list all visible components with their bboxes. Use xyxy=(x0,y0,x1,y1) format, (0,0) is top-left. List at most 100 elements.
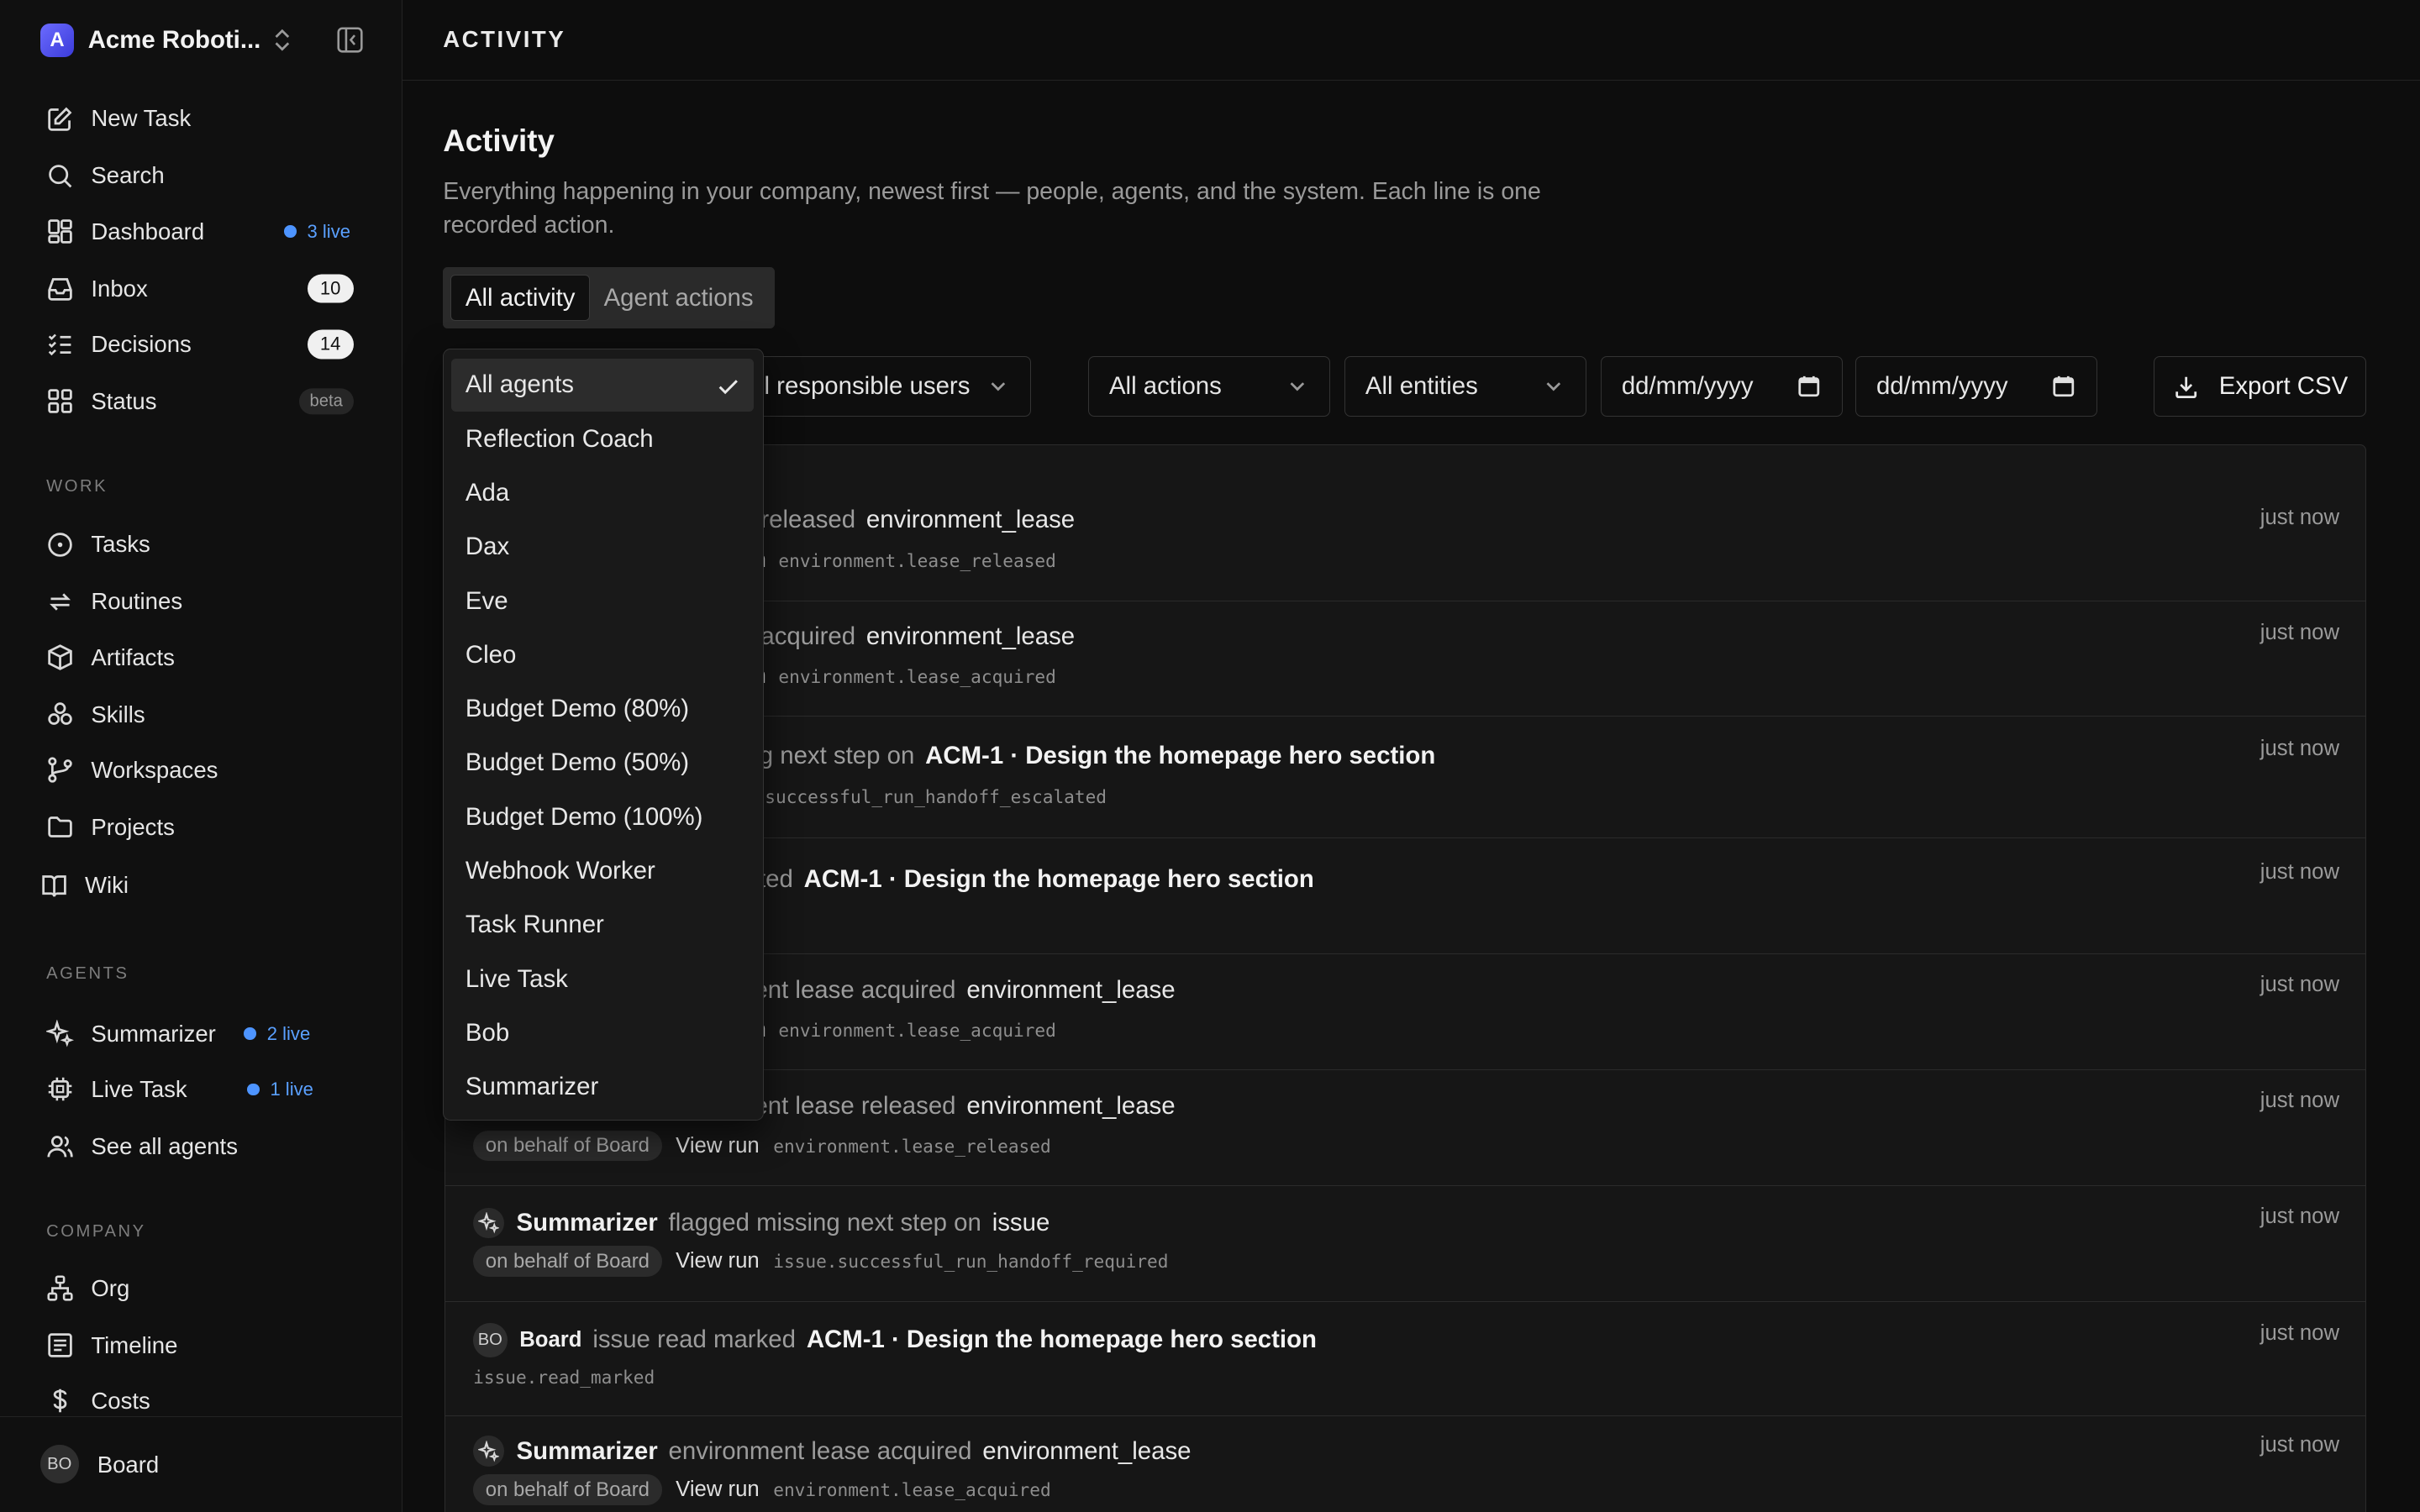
entities-select[interactable]: All entities xyxy=(1344,356,1587,417)
dropdown-option[interactable]: Ada xyxy=(451,467,754,519)
nav-search[interactable]: Search xyxy=(46,155,363,197)
nav-agent-live-task[interactable]: Live Task 1 live xyxy=(46,1068,363,1110)
dropdown-option[interactable]: Webhook Worker xyxy=(451,845,754,897)
skills-icon xyxy=(48,702,72,725)
timestamp: just now xyxy=(2260,1204,2340,1228)
timestamp: just now xyxy=(2260,973,2340,997)
timestamp: just now xyxy=(2260,621,2340,645)
dollar-icon xyxy=(53,1389,67,1413)
package-icon xyxy=(48,644,72,670)
search-icon xyxy=(49,165,72,188)
view-run-link[interactable]: View run xyxy=(676,1478,760,1502)
inbox-icon xyxy=(48,278,72,301)
user-name: Board xyxy=(97,1451,160,1478)
company-name: Acme Roboti... xyxy=(87,25,261,54)
chevron-down-icon xyxy=(1290,382,1305,391)
avatar: BO xyxy=(473,1323,508,1357)
folder-icon xyxy=(48,816,72,838)
check-icon xyxy=(718,379,739,394)
live-badge: 2 live xyxy=(244,1023,310,1045)
nav-projects[interactable]: Projects xyxy=(46,806,363,848)
nav-dashboard[interactable]: Dashboard 3 live xyxy=(46,210,363,253)
chevron-updown-icon[interactable] xyxy=(271,28,293,52)
dropdown-option-all-agents[interactable]: All agents xyxy=(451,359,755,412)
cpu-icon xyxy=(48,1078,72,1101)
grid-icon xyxy=(48,389,72,413)
dropdown-option[interactable]: Budget Demo (50%) xyxy=(451,737,754,789)
topbar: ACTIVITY xyxy=(402,0,2420,81)
sparkle-icon xyxy=(46,1020,75,1047)
nav-new-task[interactable]: New Task xyxy=(46,97,363,140)
timestamp: just now xyxy=(2260,737,2340,761)
dropdown-option[interactable]: Task Runner xyxy=(451,899,754,951)
chevron-down-icon xyxy=(991,382,1005,391)
repeat-icon xyxy=(50,593,71,611)
activity-tabs: All activity Agent actions xyxy=(443,266,776,329)
list-item[interactable]: Summarizer flagged missing next step on is… xyxy=(445,1186,2366,1302)
date-from-input[interactable]: dd/mm/yyyy xyxy=(1600,356,1844,417)
export-csv-button[interactable]: Export CSV xyxy=(2153,356,2367,417)
page-title: Activity xyxy=(443,123,555,158)
dropdown-option[interactable]: Dax xyxy=(451,521,754,573)
timestamp: just now xyxy=(2260,505,2340,529)
dropdown-option[interactable]: Budget Demo (100%) xyxy=(451,791,754,843)
agent-filter-dropdown[interactable]: All agents Reflection Coach Ada Dax Eve … xyxy=(443,349,765,1121)
calendar-icon xyxy=(1798,375,1820,396)
download-icon xyxy=(2175,376,2197,398)
nav-inbox[interactable]: Inbox 10 xyxy=(46,267,363,310)
nav-agent-summarizer[interactable]: Summarizer 2 live xyxy=(46,1012,363,1055)
list-item[interactable]: BO Board issue read marked ACM-1 · Design … xyxy=(445,1302,2366,1416)
responsible-users-select[interactable]: ll responsible users xyxy=(757,356,1032,417)
book-icon xyxy=(42,875,66,897)
checklist-icon xyxy=(48,333,71,356)
list-item[interactable]: Summarizer environment lease acquired envi… xyxy=(445,1416,2365,1512)
view-run-link[interactable]: View run xyxy=(676,1249,760,1273)
nav-routines[interactable]: Routines xyxy=(46,580,363,623)
git-branch-icon xyxy=(48,757,72,783)
dropdown-option[interactable]: Live Task xyxy=(451,953,754,1005)
page-description: Everything happening in your company, ne… xyxy=(443,177,1541,239)
view-run-link[interactable]: View run xyxy=(676,1134,760,1158)
live-badge: 1 live xyxy=(246,1079,313,1100)
nav-org[interactable]: Org xyxy=(46,1267,363,1310)
tab-agent-actions[interactable]: Agent actions xyxy=(590,275,767,321)
company-switcher[interactable]: A Acme Roboti... xyxy=(39,23,261,57)
nav-wiki[interactable]: Wiki xyxy=(40,864,357,907)
sidebar-collapse-icon[interactable] xyxy=(336,26,364,54)
sparkle-icon xyxy=(473,1436,504,1467)
timestamp: just now xyxy=(2260,1089,2340,1113)
live-badge: 3 live xyxy=(284,221,350,243)
dropdown-option[interactable]: Reflection Coach xyxy=(451,412,754,465)
dropdown-option[interactable]: Budget Demo (80%) xyxy=(451,683,754,735)
date-to-input[interactable]: dd/mm/yyyy xyxy=(1855,356,2098,417)
beta-badge: beta xyxy=(298,387,354,415)
section-company: COMPANY xyxy=(46,1221,146,1241)
dropdown-option[interactable]: Cleo xyxy=(451,629,754,681)
dropdown-option[interactable]: Bob xyxy=(451,1007,754,1059)
nav-workspaces[interactable]: Workspaces xyxy=(46,748,363,791)
org-chart-icon xyxy=(47,1275,73,1301)
tab-all-activity[interactable]: All activity xyxy=(450,274,591,322)
sparkle-icon xyxy=(473,1207,504,1239)
timestamp: just now xyxy=(2260,1432,2340,1457)
topbar-title: ACTIVITY xyxy=(443,26,566,53)
nav-status[interactable]: Status beta xyxy=(46,380,363,423)
timestamp: just now xyxy=(2260,860,2340,885)
dropdown-option[interactable]: Summarizer xyxy=(451,1061,754,1113)
chevron-down-icon xyxy=(1546,382,1561,391)
nav-see-all-agents[interactable]: See all agents xyxy=(46,1125,363,1168)
sidebar: A Acme Roboti... New Task Search Dashboa… xyxy=(0,0,403,1512)
on-behalf-badge: on behalf of Board xyxy=(473,1246,662,1278)
nav-tasks[interactable]: Tasks xyxy=(46,523,363,566)
dropdown-option[interactable]: Eve xyxy=(451,575,754,627)
actions-select[interactable]: All actions xyxy=(1088,356,1331,417)
on-behalf-badge: on behalf of Board xyxy=(473,1130,662,1162)
on-behalf-badge: on behalf of Board xyxy=(473,1474,662,1506)
nav-artifacts[interactable]: Artifacts xyxy=(46,636,363,679)
users-icon xyxy=(47,1136,73,1158)
nav-skills[interactable]: Skills xyxy=(46,693,363,736)
nav-decisions[interactable]: Decisions 14 xyxy=(46,323,363,365)
user-menu[interactable]: BO Board xyxy=(0,1416,403,1512)
nav-timeline[interactable]: Timeline xyxy=(46,1324,363,1367)
dashboard-icon xyxy=(48,219,72,244)
